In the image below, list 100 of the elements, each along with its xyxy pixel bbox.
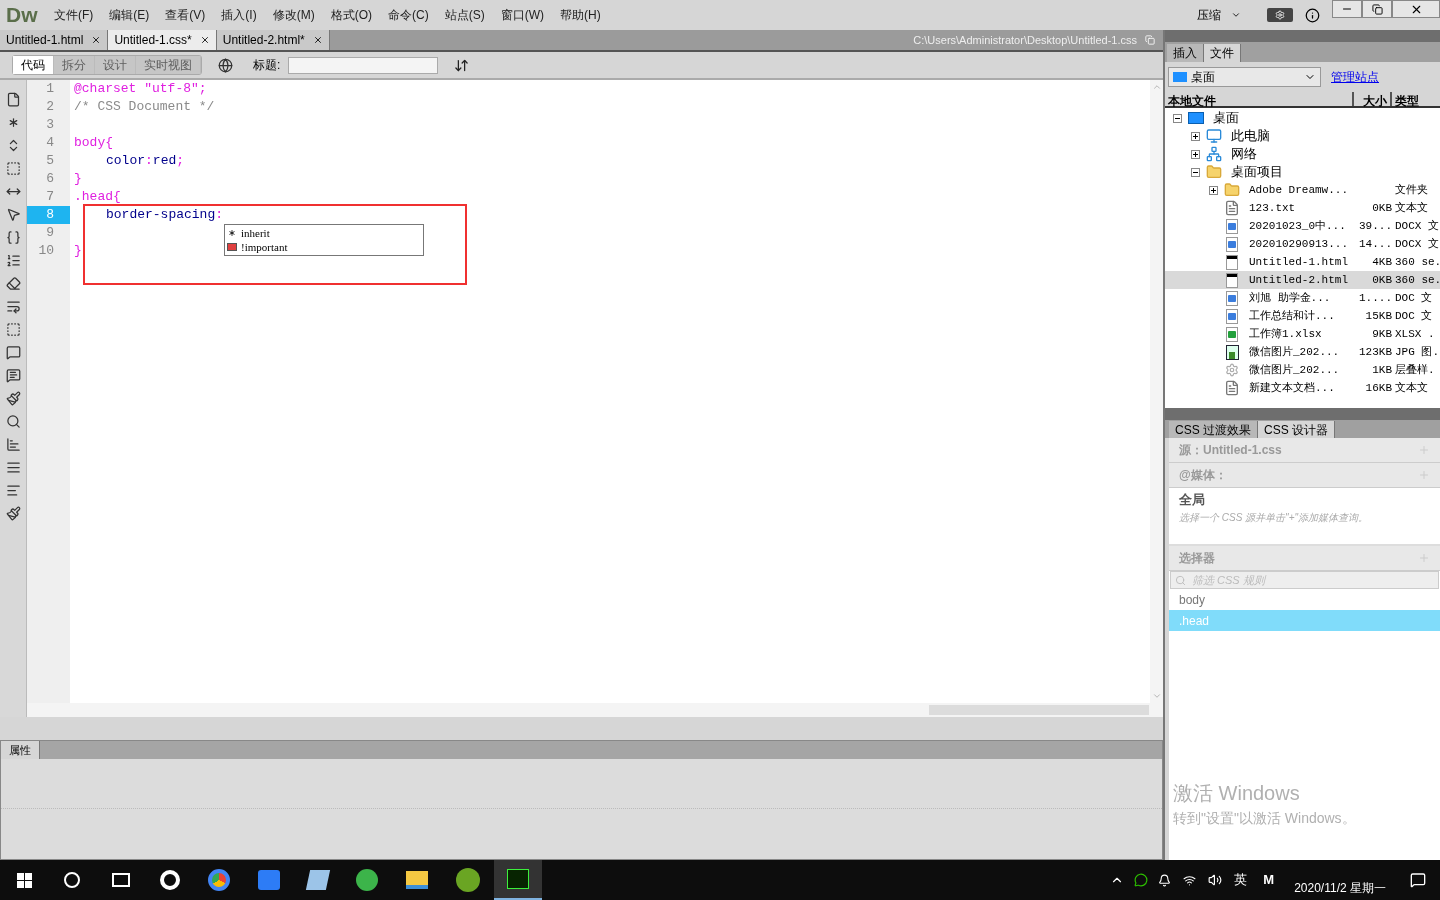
view-button[interactable]: 实时视图 (136, 56, 201, 74)
file-name[interactable]: 新建文本文档... (1249, 379, 1348, 397)
file-type: DOCX 文 (1394, 218, 1438, 234)
notepad-icon[interactable] (305, 870, 331, 890)
file-name[interactable]: 20201023_0中... (1249, 217, 1348, 235)
document-icon (1224, 200, 1240, 216)
collapse-toggle[interactable] (1172, 113, 1182, 123)
file-size: 1KB (1371, 362, 1392, 378)
menu-item[interactable]: 格式(O) (322, 6, 380, 24)
file-name[interactable]: Untitled-1.html (1249, 253, 1348, 271)
media-item[interactable]: 全局 (1179, 490, 1430, 510)
file-name[interactable]: 网络 (1231, 144, 1394, 164)
menu-item[interactable]: 帮助(H) (552, 6, 609, 24)
document-tab[interactable]: Untitled-1.html (0, 30, 109, 50)
info-icon[interactable] (1305, 7, 1320, 23)
close-tab-icon[interactable] (91, 35, 102, 45)
sync-settings-icon[interactable] (1267, 8, 1293, 22)
browser-icon[interactable] (208, 869, 230, 891)
expand-toggle[interactable] (1190, 131, 1200, 141)
view-button[interactable]: 拆分 (54, 56, 95, 74)
site-dropdown[interactable]: 桌面 (1168, 67, 1321, 87)
chat-icon[interactable] (1134, 873, 1149, 887)
column-header[interactable]: 大小 (1354, 92, 1392, 106)
activation-title: 激活 Windows (1173, 781, 1301, 806)
sort-icon[interactable] (454, 57, 470, 73)
task-view-icon[interactable] (112, 873, 130, 887)
autocomplete-item[interactable]: inherit (225, 226, 423, 240)
expand-toggle[interactable] (1208, 185, 1218, 195)
panel-tab[interactable]: 属性 (1, 741, 40, 759)
menu-item[interactable]: 文件(F) (46, 6, 102, 24)
panel-tab[interactable]: CSS 设计器 (1258, 421, 1336, 438)
panel-tab[interactable]: 插入 (1167, 44, 1204, 62)
menu-item[interactable]: 查看(V) (157, 6, 214, 24)
word-file-icon (1226, 218, 1238, 234)
braces-icon[interactable] (5, 230, 21, 245)
document-icon[interactable] (5, 92, 21, 107)
file-name[interactable]: 123.txt (1249, 199, 1348, 217)
file-name[interactable]: Adobe Dreamw... (1249, 181, 1348, 199)
file-name[interactable]: 工作簿1.xlsx (1249, 325, 1348, 343)
bell-icon[interactable] (1158, 873, 1172, 887)
collapse-toggle[interactable] (1190, 167, 1200, 177)
dashed-square-icon[interactable] (5, 161, 21, 176)
file-name[interactable]: Untitled-2.html (1249, 271, 1348, 289)
volume-icon[interactable] (1208, 873, 1223, 887)
input-mode[interactable]: M (1263, 870, 1275, 890)
menu-item[interactable]: 命令(C) (380, 6, 437, 24)
file-name[interactable]: 微信图片_202... (1249, 361, 1348, 379)
file-name[interactable]: 桌面 (1213, 108, 1394, 128)
selector-item[interactable]: body (1169, 589, 1440, 610)
line-number: 1 (45, 80, 55, 98)
brush-icon[interactable] (5, 391, 21, 406)
view-button[interactable]: 设计 (95, 56, 136, 74)
clock-date[interactable]: 2020/11/2 星期一 (1294, 879, 1386, 897)
column-header[interactable]: 类型 (1392, 92, 1440, 106)
menu-item[interactable]: 站点(S) (436, 6, 493, 24)
horizontal-scrollbar[interactable] (27, 703, 1163, 717)
menu-item[interactable]: 编辑(E) (101, 6, 158, 24)
close-tab-icon[interactable] (312, 35, 323, 45)
outdent-icon[interactable] (5, 483, 21, 498)
notification-icon[interactable] (1410, 872, 1426, 888)
file-type: DOCX 文 (1394, 236, 1438, 252)
compress-dropdown[interactable]: 压缩 (1197, 6, 1241, 24)
frame-icon[interactable] (5, 322, 21, 337)
search-icon[interactable] (5, 414, 21, 429)
file-name[interactable]: 工作总结和计... (1249, 307, 1348, 325)
minimize-button[interactable] (1332, 0, 1362, 18)
manage-sites-link[interactable]: 管理站点 (1331, 68, 1379, 86)
panel-tab[interactable]: 文件 (1204, 44, 1241, 62)
pointer-icon[interactable] (5, 207, 21, 222)
close-button[interactable] (1392, 0, 1440, 18)
title-field[interactable] (288, 56, 439, 74)
panel-tab[interactable]: CSS 过渡效果 (1169, 421, 1258, 438)
input-language[interactable]: 英 (1234, 870, 1248, 890)
comment-icon[interactable] (5, 345, 21, 360)
document-tab[interactable]: Untitled-2.html* (216, 30, 330, 50)
file-name[interactable]: 刘旭 助学金... (1249, 289, 1348, 307)
restore-button[interactable] (1362, 0, 1392, 18)
network-icon[interactable] (1183, 873, 1197, 887)
wrap-text-icon[interactable] (5, 299, 21, 314)
close-tab-icon[interactable] (199, 35, 210, 45)
comment-text-icon[interactable] (5, 368, 21, 383)
menu-item[interactable]: 窗口(W) (492, 6, 552, 24)
bar-chart-icon[interactable] (5, 437, 21, 452)
file-name[interactable]: 微信图片_202... (1249, 343, 1348, 361)
autocomplete-item[interactable]: !important (225, 240, 423, 254)
expand-toggle[interactable] (1190, 149, 1200, 159)
file-name[interactable]: 202010290913... (1249, 235, 1348, 253)
eraser-icon[interactable] (5, 276, 21, 291)
file-name[interactable]: 此电脑 (1231, 126, 1394, 146)
numbered-list-icon[interactable] (5, 253, 21, 268)
view-button[interactable]: 代码 (13, 56, 54, 74)
indent-icon[interactable] (5, 460, 21, 475)
file-size: 15KB (1364, 308, 1392, 324)
asterisk-icon (227, 228, 237, 238)
document-tab[interactable]: Untitled-1.css* (108, 30, 217, 50)
menu-item[interactable]: 修改(M) (264, 6, 323, 24)
file-name[interactable]: 桌面项目 (1231, 162, 1394, 182)
dreamweaver-icon[interactable] (494, 860, 542, 900)
column-header[interactable]: 本地文件 (1165, 92, 1354, 106)
menu-item[interactable]: 插入(I) (213, 6, 265, 24)
